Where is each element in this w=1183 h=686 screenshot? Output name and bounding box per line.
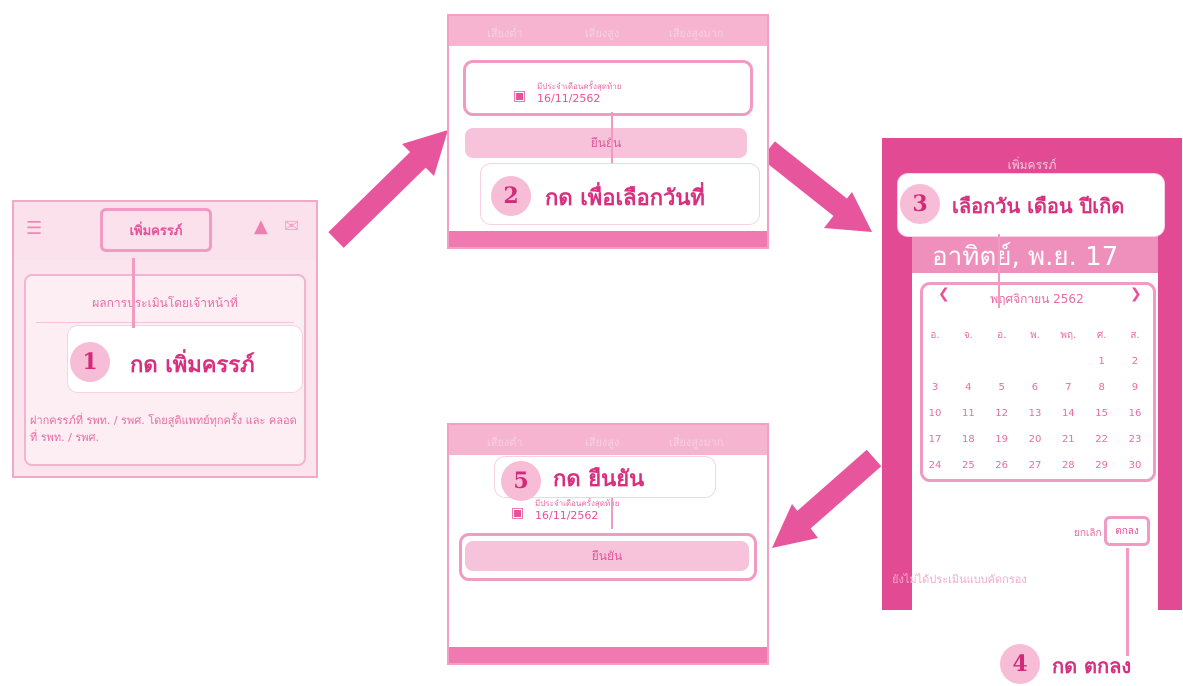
selected-date: อาทิตย์, พ.ย. 17	[932, 242, 1119, 272]
tab-low[interactable]: เสี่ยงต่ำ	[487, 24, 523, 42]
calendar-icon: ▣	[513, 88, 527, 104]
tab-very-high[interactable]: เสี่ยงสูงมาก	[669, 24, 723, 42]
step-4-pointer	[1126, 548, 1129, 656]
add-pregnancy-label: เพิ่มครรภ์	[129, 223, 183, 239]
dialog-header-title: เพิ่มครรภ์	[1007, 158, 1057, 172]
card-heading: ผลการประเมินโดยเจ้าหน้าที่	[92, 296, 238, 310]
last-period-value: 16/11/2562	[535, 509, 599, 522]
calendar-frame	[920, 282, 1156, 482]
step-2-label: กด เพื่อเลือกวันที่	[545, 185, 705, 211]
card-footer-text: ฝากครรภ์ที่ รพท. / รพศ. โดยสูติแพทย์ทุกค…	[30, 414, 297, 444]
step-2-badge: 2	[491, 176, 531, 216]
step-5-badge: 5	[501, 461, 541, 501]
panel-step-2: เสี่ยงต่ำ เสี่ยงสูง เสี่ยงสูงมาก ▣ มีประ…	[447, 14, 769, 249]
ok-label: ตกลง	[1115, 525, 1139, 537]
menu-icon[interactable]: ☰	[26, 218, 42, 239]
panel-3-footer: ยังไม่ได้ประเมินแบบคัดกรอง	[892, 573, 1027, 586]
step-1-badge: 1	[70, 342, 110, 382]
calendar-icon: ▣	[511, 505, 525, 521]
tab-low[interactable]: เสี่ยงต่ำ	[487, 433, 523, 451]
add-pregnancy-button[interactable]: เพิ่มครรภ์	[100, 208, 212, 252]
arrow-1-to-2	[328, 142, 436, 248]
ok-button[interactable]: ตกลง	[1104, 516, 1150, 546]
last-period-value: 16/11/2562	[537, 92, 601, 105]
risk-tabs: เสี่ยงต่ำ เสี่ยงสูง เสี่ยงสูงมาก	[449, 16, 767, 46]
tab-high[interactable]: เสี่ยงสูง	[585, 433, 619, 451]
mail-icon[interactable]: ✉	[284, 216, 299, 237]
step-4-label: กด ตกลง	[1052, 654, 1132, 678]
step-3-label: เลือกวัน เดือน ปีเกิด	[952, 194, 1125, 218]
panel-step-3: เพิ่มครรภ์ อาทิตย์, พ.ย. 17 ❮ ❯ พฤศจิกาย…	[882, 138, 1182, 657]
bell-icon[interactable]: ▲	[254, 216, 268, 237]
card-divider	[36, 322, 294, 323]
tab-high[interactable]: เสี่ยงสูง	[585, 24, 619, 42]
step-2-pointer	[611, 112, 613, 168]
step-3-pointer	[998, 234, 1000, 308]
tab-very-high[interactable]: เสี่ยงสูงมาก	[669, 433, 723, 451]
step-1-label: กด เพิ่มครรภ์	[130, 352, 255, 378]
step-1-pointer	[132, 258, 135, 328]
panel-step-5: เสี่ยงต่ำ เสี่ยงสูง เสี่ยงสูงมาก ▣ มีประ…	[447, 423, 769, 665]
risk-tabs-5: เสี่ยงต่ำ เสี่ยงสูง เสี่ยงสูงมาก	[449, 425, 767, 455]
confirm-button[interactable]: ยืนยัน	[465, 128, 747, 158]
panel-step-1: ☰ เพิ่มครรภ์ ▲ ✉ ผลการประเมินโดยเจ้าหน้า…	[12, 200, 318, 478]
panel-2-bottom-bar	[449, 231, 767, 247]
panel-5-bottom-bar	[449, 647, 767, 663]
cancel-button[interactable]: ยกเลิก	[1074, 526, 1102, 541]
step-4-badge: 4	[1000, 644, 1040, 684]
arrow-2-to-3	[761, 141, 857, 224]
step-5-label: กด ยืนยัน	[553, 466, 645, 492]
confirm-button[interactable]: ยืนยัน	[465, 541, 749, 571]
step-3-badge: 3	[900, 184, 940, 224]
